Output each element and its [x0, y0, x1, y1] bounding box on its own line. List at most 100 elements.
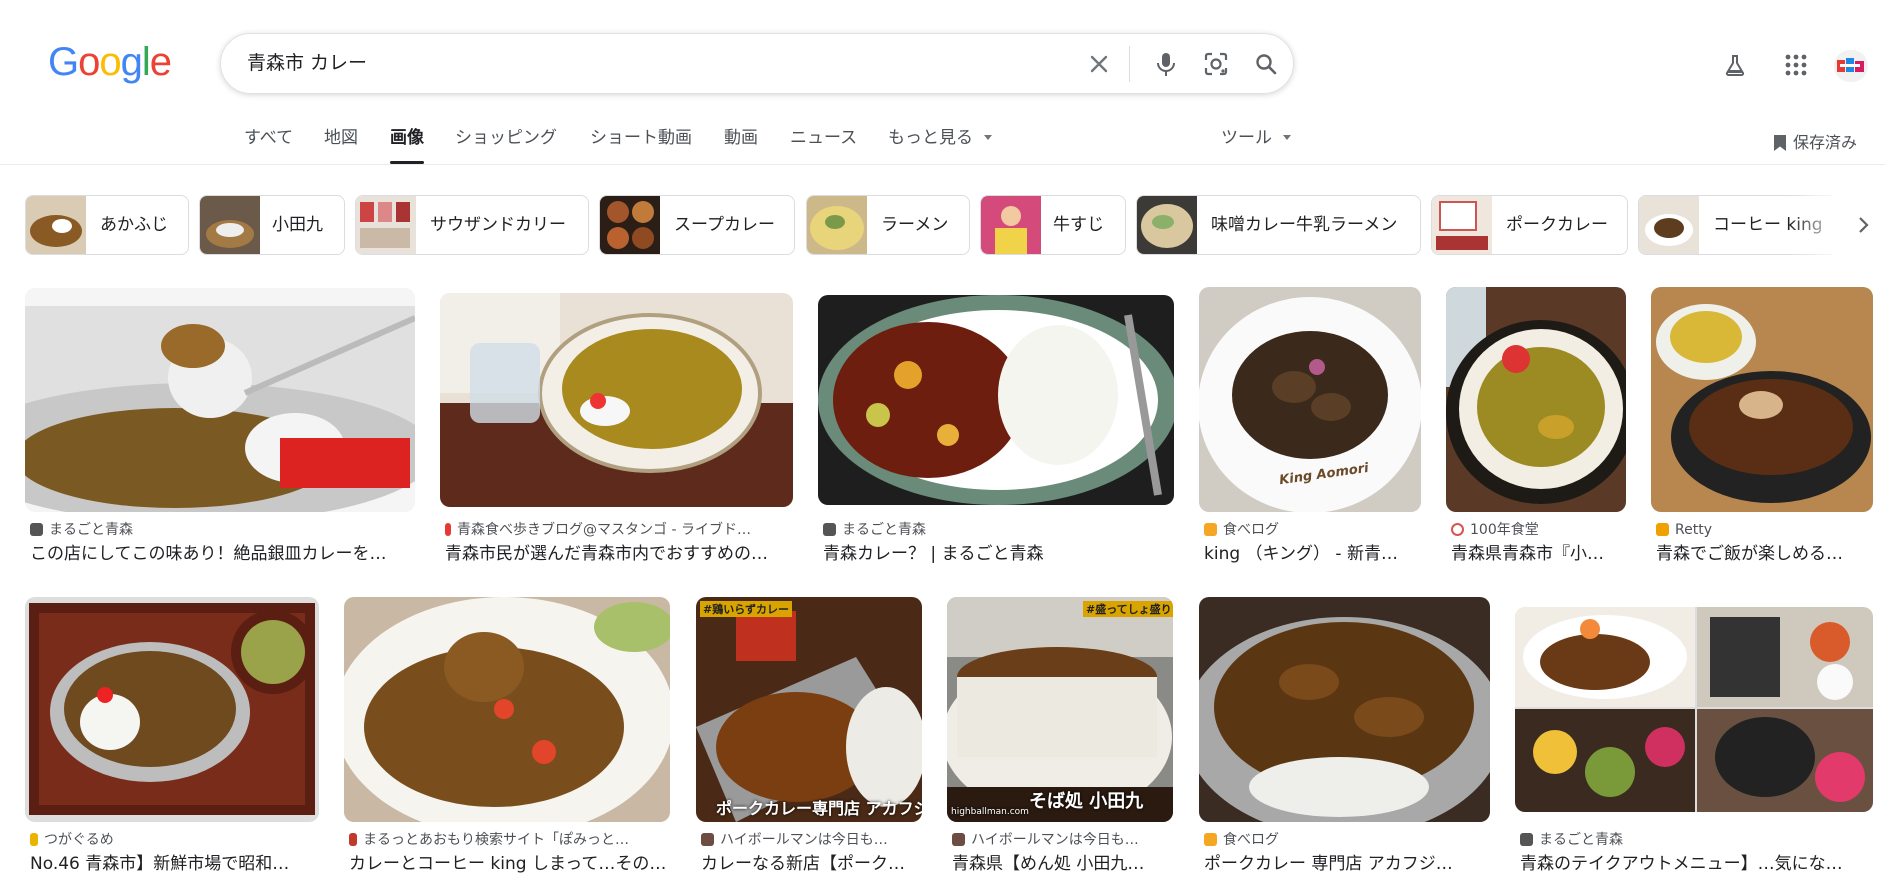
result-image[interactable]: [25, 597, 319, 822]
result-source-text: まるっとあおもり検索サイト「ぽみっと…: [363, 832, 629, 848]
result-image[interactable]: King Aomori: [1199, 287, 1421, 512]
apps-grid-icon[interactable]: [1776, 45, 1816, 85]
tab-videos[interactable]: 動画: [724, 126, 758, 156]
chip-thumbnail: [807, 196, 867, 254]
result-source: 青森食べ歩きブログ@マスタンゴ - ライブド…: [445, 520, 751, 540]
flask-icon[interactable]: [1715, 45, 1755, 85]
tab-short-videos[interactable]: ショート動画: [590, 126, 692, 156]
result-title[interactable]: 青森市民が選んだ青森市内でおすすめの…: [445, 542, 795, 566]
chip-miso-curry-milk-ramen[interactable]: 味噌カレー牛乳ラーメン: [1136, 195, 1421, 255]
search-box[interactable]: 青森市 カレー: [220, 33, 1294, 94]
logo-letter: o: [99, 40, 121, 84]
favicon-icon: [1451, 523, 1464, 536]
tab-shopping[interactable]: ショッピング: [455, 126, 557, 156]
result-source: ハイボールマンは今日も…: [952, 830, 1139, 850]
chip-thumbnail: [356, 196, 416, 254]
tools-button[interactable]: ツール: [1221, 126, 1292, 156]
logo-letter: G: [48, 40, 79, 84]
result-source: 食べログ: [1204, 520, 1279, 540]
result-source-text: ハイボールマンは今日も…: [971, 832, 1139, 848]
chip-gyusuji[interactable]: 牛すじ: [980, 195, 1126, 255]
close-icon[interactable]: [1079, 44, 1119, 84]
result-source-text: 青森食べ歩きブログ@マスタンゴ - ライブド…: [457, 522, 751, 538]
chip-akafuji[interactable]: あかふじ: [25, 195, 189, 255]
favicon-icon: [349, 833, 357, 846]
result-source-text: Retty: [1675, 522, 1712, 538]
tab-news[interactable]: ニュース: [790, 126, 857, 156]
result-source: 食べログ: [1204, 830, 1279, 850]
logo-letter: e: [149, 40, 172, 84]
favicon-icon: [1204, 523, 1217, 536]
result-image[interactable]: [1515, 607, 1873, 812]
favicon-icon: [1204, 833, 1217, 846]
logo-letter: l: [141, 40, 151, 84]
chip-ramen[interactable]: ラーメン: [806, 195, 970, 255]
image-watermark: highballman.com: [951, 807, 1029, 817]
result-source: つがぐるめ: [30, 830, 114, 850]
saved-button[interactable]: 保存済み: [1773, 131, 1857, 155]
result-image[interactable]: [1446, 287, 1626, 512]
result-source: まるごと青森: [1520, 830, 1623, 850]
result-title[interactable]: この店にしてこの味あり！絶品銀皿カレーを…: [30, 542, 415, 566]
image-overlay-tag: #盛ってしょ盛り: [1083, 601, 1173, 617]
result-title[interactable]: カレーなる新店【ポーク…: [701, 852, 921, 876]
image-overlay-text: そば処 小田九: [1029, 791, 1144, 812]
result-title[interactable]: 青森カレー？ | まるごと青森: [823, 542, 1173, 566]
result-image[interactable]: #鶏いらずカレー ポークカレー専門店 アカフジ: [696, 597, 922, 822]
result-image[interactable]: [344, 597, 670, 822]
chip-label: 味噌カレー牛乳ラーメン: [1211, 215, 1398, 235]
chip-odakyu[interactable]: 小田九: [199, 195, 345, 255]
chip-pork-curry[interactable]: ポークカレー: [1431, 195, 1628, 255]
tab-images[interactable]: 画像: [390, 126, 424, 156]
chip-thousand-curry[interactable]: サウザンドカリー: [355, 195, 589, 255]
favicon-icon: [823, 523, 836, 536]
chip-thumbnail: [981, 196, 1041, 254]
result-source: まるごと青森: [30, 520, 133, 540]
chip-label: サウザンドカリー: [430, 215, 566, 235]
tab-more[interactable]: もっと見る: [888, 126, 993, 156]
saved-label: 保存済み: [1793, 133, 1858, 152]
microphone-icon[interactable]: [1146, 44, 1186, 84]
favicon-icon: [445, 523, 451, 536]
chip-soup-curry[interactable]: スープカレー: [599, 195, 795, 255]
result-image[interactable]: [1651, 287, 1873, 512]
caret-down-icon: [1283, 135, 1292, 140]
result-source: まるっとあおもり検索サイト「ぽみっと…: [349, 830, 629, 850]
result-title[interactable]: 青森のテイクアウトメニュー】…気にな…: [1520, 852, 1875, 876]
result-source: ハイボールマンは今日も…: [701, 830, 888, 850]
favicon-icon: [30, 833, 38, 846]
chip-label: ラーメン: [881, 215, 949, 235]
result-image[interactable]: [1199, 597, 1490, 822]
camera-icon[interactable]: [1196, 44, 1236, 84]
tab-maps[interactable]: 地図: [324, 126, 358, 156]
avatar[interactable]: [1834, 50, 1868, 82]
result-image[interactable]: [818, 295, 1174, 505]
image-overlay-tag: #鶏いらずカレー: [700, 601, 792, 617]
header-divider: [0, 164, 1885, 165]
result-source-text: まるごと青森: [1539, 832, 1623, 848]
chip-thumbnail: [26, 196, 86, 254]
favicon-icon: [1520, 833, 1533, 846]
chip-thumbnail: [1137, 196, 1197, 254]
search-icon[interactable]: [1246, 44, 1286, 84]
result-image[interactable]: #盛ってしょ盛り そば処 小田九 highballman.com: [947, 597, 1173, 822]
result-title[interactable]: ポークカレー 専門店 アカフジ…: [1204, 852, 1489, 876]
chevron-right-icon[interactable]: [1848, 210, 1878, 240]
result-source-text: まるごと青森: [842, 522, 926, 538]
result-image[interactable]: [25, 288, 415, 512]
result-title[interactable]: 青森でご飯が楽しめる…: [1656, 542, 1866, 566]
result-title[interactable]: カレーとコーヒー king しまって…その…: [349, 852, 669, 876]
result-title[interactable]: No.46 青森市】新鮮市場で昭和…: [30, 852, 315, 876]
result-source: 100年食堂: [1451, 520, 1539, 540]
chip-label: あかふじ: [100, 215, 168, 235]
search-input[interactable]: 青森市 カレー: [247, 34, 367, 93]
favicon-icon: [952, 833, 965, 846]
tab-all[interactable]: すべて: [244, 126, 293, 156]
google-logo[interactable]: Google: [48, 38, 172, 86]
chip-thumbnail: [200, 196, 260, 254]
result-image[interactable]: [440, 293, 793, 507]
result-source: まるごと青森: [823, 520, 926, 540]
result-title[interactable]: 青森県【めん処 小田九…: [952, 852, 1172, 876]
result-title[interactable]: 青森県青森市『小…: [1451, 542, 1626, 566]
result-title[interactable]: king （キング） - 新青…: [1204, 542, 1419, 566]
